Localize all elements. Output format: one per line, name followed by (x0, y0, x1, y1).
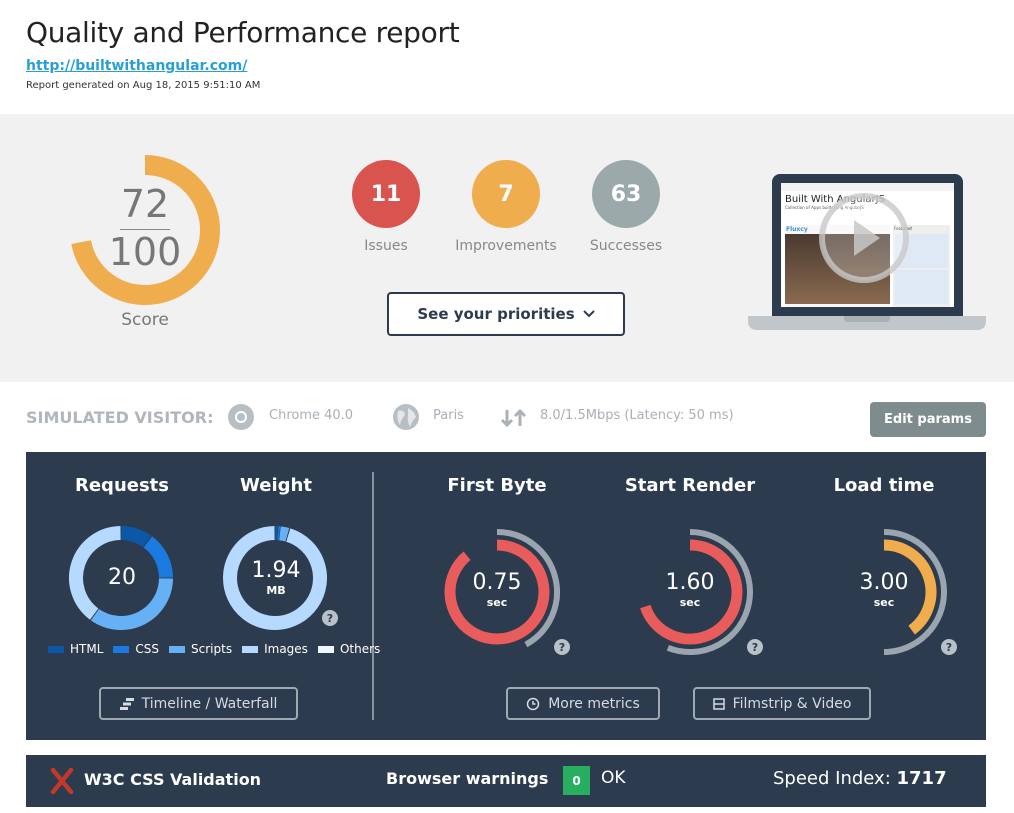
legend-label: Others (339, 642, 381, 656)
timeline-label: Timeline / Waterfall (141, 695, 278, 712)
load-time-title: Load time (833, 475, 935, 496)
load-time-value: 3.00 (859, 570, 909, 595)
weight-help-icon[interactable]: ? (322, 610, 338, 626)
fail-x-icon (50, 768, 74, 794)
film-icon (712, 697, 725, 710)
chart-legend: HTML CSS Scripts Images Others (48, 642, 380, 656)
legend-label: HTML (70, 642, 104, 656)
first-byte-help-icon[interactable]: ? (554, 639, 570, 655)
speed-index-label: Speed Index: (773, 768, 891, 789)
status-bar: W3C CSS Validation Browser warnings 0 OK… (26, 755, 986, 807)
legend-label: Images (264, 642, 308, 656)
speed-index-value: 1717 (896, 768, 947, 789)
start-render-title: Start Render (624, 475, 756, 496)
start-render-value: 1.60 (665, 570, 715, 595)
legend-label: Scripts (191, 642, 233, 656)
load-time-unit: sec (873, 596, 895, 609)
more-metrics-label: More metrics (548, 695, 640, 712)
legend-label: CSS (135, 642, 160, 656)
first-byte-unit: sec (486, 596, 508, 609)
requests-segment-html (120, 526, 152, 548)
legend-item-scripts: Scripts (169, 642, 232, 656)
browser-warnings-label: Browser warnings (386, 769, 549, 788)
more-metrics-button[interactable]: More metrics (506, 687, 660, 720)
w3c-validation-label[interactable]: W3C CSS Validation (84, 770, 261, 789)
waterfall-icon (119, 697, 134, 710)
load-time-help-icon[interactable]: ? (941, 639, 957, 655)
warnings-count-badge: 0 (563, 766, 590, 795)
filmstrip-label: Filmstrip & Video (732, 695, 852, 712)
clock-icon (526, 697, 540, 710)
first-byte-value: 0.75 (472, 570, 522, 595)
first-byte-title: First Byte (447, 475, 547, 496)
weight-unit: MB (266, 584, 286, 597)
legend-item-css: CSS (113, 642, 159, 656)
timeline-waterfall-button[interactable]: Timeline / Waterfall (99, 687, 298, 720)
warnings-status: OK (601, 768, 626, 788)
legend-item-images: Images (242, 642, 308, 656)
filmstrip-video-button[interactable]: Filmstrip & Video (693, 687, 871, 720)
start-render-help-icon[interactable]: ? (747, 639, 763, 655)
start-render-unit: sec (679, 596, 701, 609)
speed-index: Speed Index: 1717 (773, 768, 947, 789)
weight-segment-scripts (279, 526, 290, 542)
weight-value: 1.94 (251, 558, 301, 583)
legend-item-html: HTML (48, 642, 103, 656)
requests-count: 20 (108, 565, 136, 590)
legend-item-others: Others (317, 642, 381, 656)
